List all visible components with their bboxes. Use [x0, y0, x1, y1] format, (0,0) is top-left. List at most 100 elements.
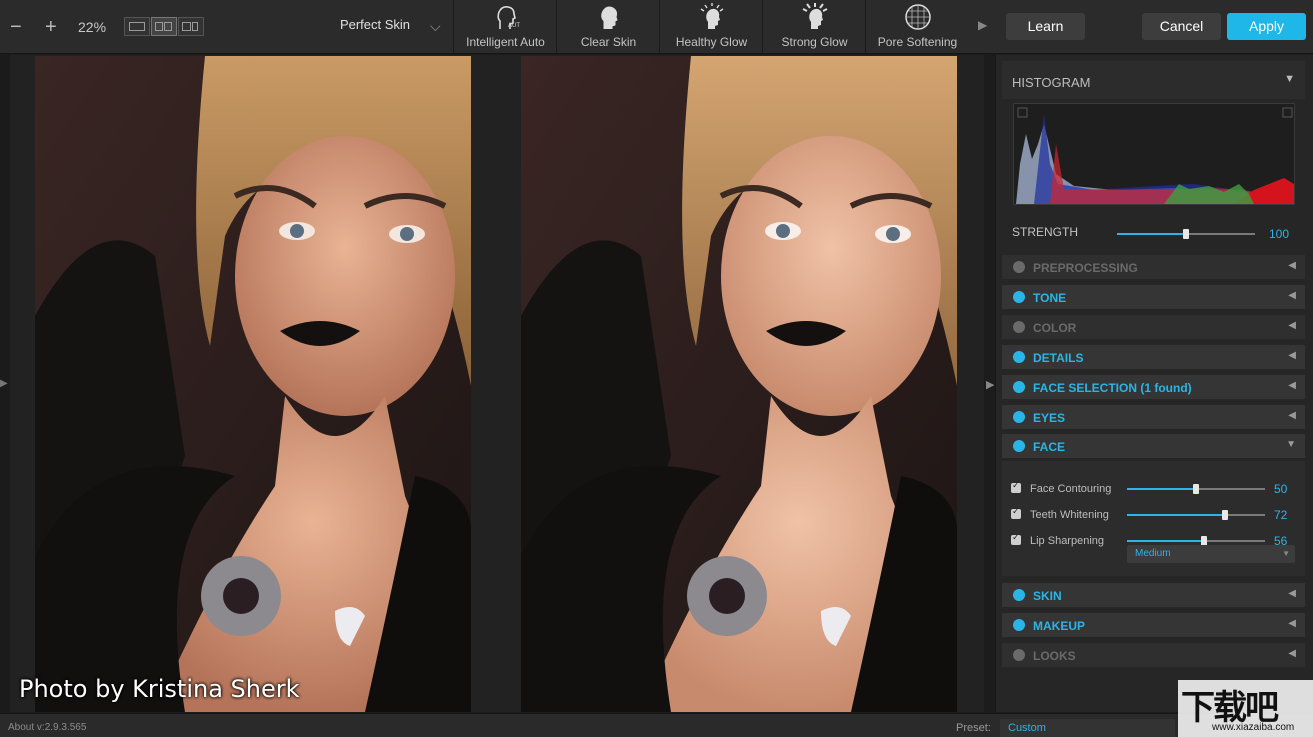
- section-skin[interactable]: SKIN ◀: [1002, 583, 1305, 607]
- view-split-button[interactable]: [151, 17, 177, 36]
- watermark-url: www.xiazaiba.com: [1212, 722, 1295, 733]
- histogram-plot: [1016, 107, 1294, 204]
- photo-credit: Photo by Kristina Sherk: [19, 675, 300, 703]
- preset-selector[interactable]: Perfect Skin: [300, 0, 450, 50]
- section-eyes[interactable]: EYES ◀: [1002, 405, 1305, 429]
- chevron-left-icon[interactable]: ◀: [1288, 410, 1296, 421]
- section-enable-toggle[interactable]: [1013, 649, 1025, 661]
- portrait-image-before: [35, 56, 471, 712]
- section-enable-toggle[interactable]: [1013, 291, 1025, 303]
- section-tone[interactable]: TONE ◀: [1002, 285, 1305, 309]
- section-enable-toggle[interactable]: [1013, 589, 1025, 601]
- histogram-header[interactable]: HISTOGRAM ▼: [1002, 61, 1305, 99]
- portrait-image-after: [521, 56, 957, 712]
- section-title: PREPROCESSING: [1033, 261, 1138, 275]
- section-title: FACE SELECTION (1 found): [1033, 381, 1192, 395]
- learn-button[interactable]: Learn: [1006, 13, 1085, 40]
- teeth-whitening-slider[interactable]: [1127, 510, 1265, 520]
- face-contouring-slider[interactable]: [1127, 484, 1265, 494]
- section-face[interactable]: FACE ▼: [1002, 434, 1305, 458]
- strength-value: 100: [1269, 227, 1290, 241]
- zoom-out-button[interactable]: −: [10, 0, 22, 54]
- collapse-left-icon[interactable]: ▶: [0, 378, 8, 389]
- preset-label: Strong Glow: [781, 35, 848, 49]
- section-title: MAKEUP: [1033, 619, 1086, 633]
- chevron-left-icon[interactable]: ◀: [1288, 588, 1296, 599]
- cancel-button[interactable]: Cancel: [1142, 13, 1221, 40]
- zoom-level: 22%: [78, 19, 107, 35]
- section-preprocessing[interactable]: PREPROCESSING ◀: [1002, 255, 1305, 279]
- before-photo: [35, 56, 471, 712]
- preset-select[interactable]: Custom: [1000, 719, 1175, 737]
- section-enable-toggle[interactable]: [1013, 619, 1025, 631]
- preset-clear-skin[interactable]: Clear Skin: [556, 0, 659, 54]
- slider-knob[interactable]: [1183, 229, 1189, 239]
- face-contouring-checkbox[interactable]: [1011, 480, 1021, 493]
- scroll-presets-right-icon[interactable]: ▶: [978, 18, 994, 36]
- about-version-link[interactable]: About v:2.9.3.565: [8, 722, 86, 733]
- preset-pore-softening[interactable]: Pore Softening: [865, 0, 968, 54]
- section-enable-toggle[interactable]: [1013, 261, 1025, 273]
- slider-knob[interactable]: [1221, 510, 1228, 520]
- section-details[interactable]: DETAILS ◀: [1002, 345, 1305, 369]
- select-value: Medium: [1135, 548, 1171, 559]
- collapse-panel-icon[interactable]: ▶: [986, 378, 994, 391]
- face-contouring-value: 50: [1274, 482, 1288, 496]
- chevron-left-icon[interactable]: ◀: [1288, 380, 1296, 391]
- svg-text:AUTO: AUTO: [508, 23, 520, 29]
- status-bar: About v:2.9.3.565 Preset: Custom: [0, 713, 1313, 737]
- section-makeup[interactable]: MAKEUP ◀: [1002, 613, 1305, 637]
- after-photo: [521, 56, 957, 712]
- strength-slider[interactable]: [1117, 229, 1255, 239]
- slider-fill: [1127, 514, 1225, 516]
- teeth-whitening-checkbox[interactable]: [1011, 506, 1021, 519]
- section-face-selection-1-found[interactable]: FACE SELECTION (1 found) ◀: [1002, 375, 1305, 399]
- section-title: TONE: [1033, 291, 1067, 305]
- clear-skin-face-icon: [601, 6, 618, 29]
- section-enable-toggle[interactable]: [1013, 351, 1025, 363]
- section-enable-toggle[interactable]: [1013, 321, 1025, 333]
- teeth-whitening-value: 72: [1274, 508, 1288, 522]
- preset-label: Preset:: [956, 722, 991, 734]
- apply-button[interactable]: Apply: [1227, 13, 1306, 40]
- zoom-in-button[interactable]: +: [45, 0, 57, 54]
- chevron-left-icon[interactable]: ◀: [1288, 618, 1296, 629]
- section-title: COLOR: [1033, 321, 1077, 335]
- chevron-left-icon[interactable]: ◀: [1288, 350, 1296, 361]
- chevron-down-icon[interactable]: ▼: [1286, 439, 1296, 450]
- preset-label: Intelligent Auto: [466, 35, 545, 49]
- section-enable-toggle[interactable]: [1013, 411, 1025, 423]
- face-contouring-label: Face Contouring: [1030, 483, 1112, 495]
- site-watermark: 下载吧 www.xiazaiba.com: [1178, 680, 1313, 737]
- view-side-by-side-button[interactable]: [178, 17, 204, 36]
- lip-sharpening-slider[interactable]: [1127, 536, 1265, 546]
- lip-sharpening-checkbox[interactable]: [1011, 532, 1021, 545]
- section-looks[interactable]: LOOKS ◀: [1002, 643, 1305, 667]
- chevron-left-icon[interactable]: ◀: [1288, 320, 1296, 331]
- healthy-glow-face-icon: [700, 3, 724, 29]
- lip-sharpening-mode-select[interactable]: Medium ▼: [1127, 545, 1295, 563]
- section-title: DETAILS: [1033, 351, 1084, 365]
- slider-knob[interactable]: [1193, 484, 1199, 494]
- chevron-left-icon[interactable]: ◀: [1288, 260, 1296, 271]
- chevron-down-icon: ▼: [1282, 549, 1290, 558]
- preset-label: Pore Softening: [877, 35, 958, 49]
- section-title: SKIN: [1033, 589, 1062, 603]
- section-color[interactable]: COLOR ◀: [1002, 315, 1305, 339]
- chevron-down-icon[interactable]: ▼: [1284, 73, 1295, 85]
- photo-canvas[interactable]: [10, 55, 984, 712]
- preset-intelligent-auto[interactable]: AUTO Intelligent Auto: [453, 0, 556, 54]
- slider-fill: [1117, 233, 1186, 235]
- preset-strong-glow[interactable]: Strong Glow: [762, 0, 865, 54]
- chevron-left-icon[interactable]: ◀: [1288, 648, 1296, 659]
- chevron-down-icon[interactable]: ⌵: [430, 18, 444, 34]
- strong-glow-face-icon: [802, 3, 828, 29]
- section-enable-toggle[interactable]: [1013, 440, 1025, 452]
- view-single-button[interactable]: [124, 17, 150, 36]
- section-enable-toggle[interactable]: [1013, 381, 1025, 393]
- chevron-left-icon[interactable]: ◀: [1288, 290, 1296, 301]
- preset-healthy-glow[interactable]: Healthy Glow: [659, 0, 762, 54]
- auto-face-icon: AUTO: [497, 6, 520, 29]
- face-section-body: Face Contouring 50 Teeth Whitening 72 Li…: [1002, 461, 1305, 576]
- section-title: EYES: [1033, 411, 1066, 425]
